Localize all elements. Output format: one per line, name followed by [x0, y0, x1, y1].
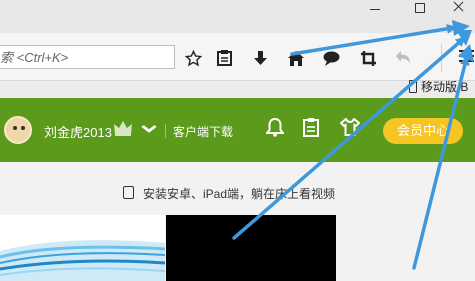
chat-icon[interactable]: [320, 47, 342, 69]
client-download-link[interactable]: 客户端下载: [173, 123, 233, 140]
search-input[interactable]: 索 <Ctrl+K>: [0, 45, 175, 69]
crop-icon[interactable]: [357, 47, 379, 69]
clipboard-icon[interactable]: [303, 118, 325, 140]
phone-icon: [409, 80, 417, 93]
avatar[interactable]: [4, 116, 32, 144]
back-icon[interactable]: [392, 47, 414, 69]
toolbar-separator: [441, 44, 442, 72]
promo-banner[interactable]: [0, 215, 165, 281]
home-icon[interactable]: [285, 47, 307, 69]
tablet-icon: [123, 186, 134, 199]
mobile-version-link[interactable]: 移动版 B: [421, 78, 468, 95]
window-title-bar: [0, 0, 475, 33]
download-icon[interactable]: [249, 47, 271, 69]
star-icon[interactable]: [182, 47, 204, 69]
header-separator: [165, 124, 166, 138]
install-app-text[interactable]: 安装安卓、iPad端，躺在床上看视频: [143, 185, 335, 202]
crown-icon: [114, 120, 132, 136]
browser-toolbar: 索 <Ctrl+K>: [0, 33, 475, 81]
reading-list-icon[interactable]: [213, 47, 235, 69]
page-content: 安装安卓、iPad端，躺在床上看视频: [0, 162, 475, 281]
chevron-down-icon[interactable]: [141, 122, 157, 137]
vip-center-button[interactable]: 会员中心: [383, 118, 463, 144]
username-label[interactable]: 刘金虎2013: [44, 122, 112, 141]
maximize-button[interactable]: [400, 0, 440, 18]
site-header: 刘金虎2013 客户端下载 会员中心: [0, 98, 475, 162]
shirt-icon[interactable]: [339, 117, 362, 140]
close-window-button[interactable]: [440, 0, 475, 18]
minimize-button[interactable]: [356, 0, 396, 18]
bell-icon[interactable]: [264, 117, 288, 140]
hamburger-menu-icon[interactable]: [459, 50, 474, 64]
video-player[interactable]: [166, 215, 336, 281]
